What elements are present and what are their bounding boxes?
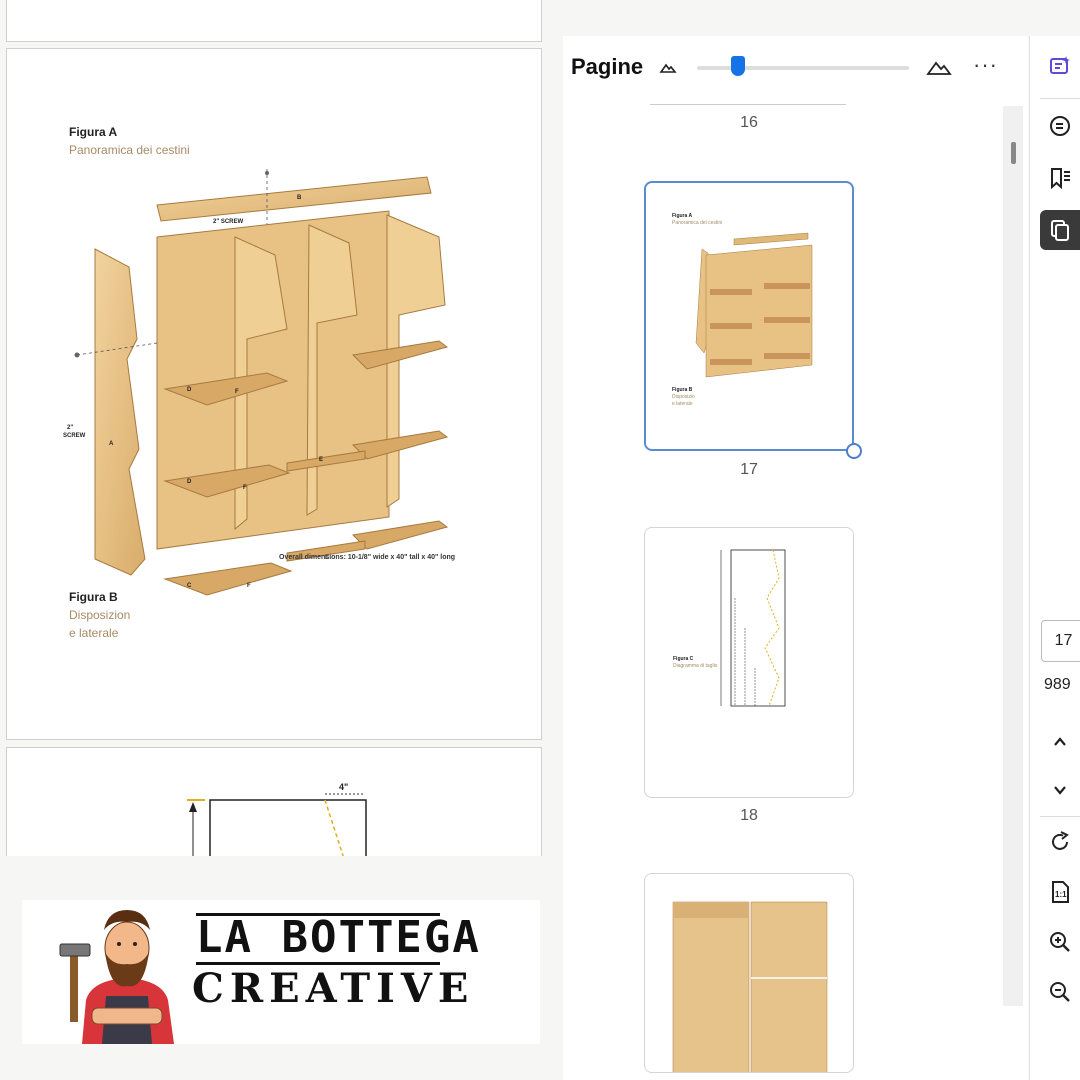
cut-diagram: 4" bbox=[187, 782, 367, 866]
svg-text:Figura C: Figura C bbox=[673, 656, 694, 662]
actual-size-icon: 1:1 bbox=[1052, 881, 1069, 903]
thumbnail-page-number: 18 bbox=[740, 807, 758, 824]
chevron-up-icon bbox=[1054, 737, 1066, 746]
pages-icon bbox=[1051, 220, 1069, 241]
page-18: 4" bbox=[6, 747, 542, 867]
thumbnail-17-preview: Figura A Panoramica dei cestini Figura B… bbox=[672, 213, 813, 407]
svg-text:Disposizio: Disposizio bbox=[672, 394, 695, 400]
ai-assistant-button[interactable] bbox=[1040, 46, 1080, 86]
panel-title: Pagine bbox=[571, 54, 644, 79]
more-options-icon[interactable]: ··· bbox=[973, 52, 998, 78]
bin-illustration: 2" SCREW 2" SCREW B A D F D F E E C F bbox=[63, 169, 449, 596]
comment-icon bbox=[1050, 116, 1070, 136]
next-page-button[interactable] bbox=[1040, 770, 1080, 810]
logo-text-line2: CREATIVE bbox=[192, 965, 475, 1012]
thumbnail-19-preview bbox=[672, 901, 828, 1072]
figure-a-subtitle: Panoramica dei cestini bbox=[69, 143, 190, 157]
page-16-bottom bbox=[6, 0, 542, 42]
svg-text:Diagramma di taglio: Diagramma di taglio bbox=[673, 663, 718, 669]
svg-text:D: D bbox=[187, 479, 192, 485]
thumbnail-page-19[interactable] bbox=[644, 873, 854, 1073]
svg-text:Figura A: Figura A bbox=[672, 213, 692, 219]
svg-text:F: F bbox=[235, 389, 239, 395]
zoom-out-icon bbox=[1050, 982, 1070, 1002]
overall-dimensions: Overall dimensions: 10-1/8" wide x 40" t… bbox=[279, 554, 456, 561]
figure-a-title: Figura A bbox=[69, 125, 118, 139]
figure-b-title: Figura B bbox=[69, 590, 118, 604]
thumbnail-page-number: 16 bbox=[740, 114, 758, 131]
thumbnail-zoom-slider-handle[interactable] bbox=[731, 56, 745, 76]
svg-text:A: A bbox=[109, 441, 114, 447]
svg-text:D: D bbox=[187, 387, 192, 393]
panel-scrollbar[interactable] bbox=[1003, 106, 1023, 1006]
thumbnail-page-18[interactable]: Figura C Diagramma di taglio bbox=[644, 527, 854, 798]
rotate-icon bbox=[1052, 831, 1069, 850]
zoom-in-button[interactable] bbox=[1040, 922, 1080, 962]
rotate-button[interactable] bbox=[1040, 822, 1080, 862]
thumbnail-zoom-in-icon[interactable] bbox=[926, 58, 952, 81]
selection-resize-handle[interactable] bbox=[846, 443, 862, 459]
bookmark-list-icon bbox=[1051, 168, 1070, 190]
logo-text-line1: LA BOTTEGA bbox=[196, 912, 481, 963]
label-screw-top: 2" SCREW bbox=[213, 219, 244, 225]
svg-text:e laterale: e laterale bbox=[672, 401, 693, 407]
pages-panel: Pagine ··· 16 Figura A Panoramica dei ce… bbox=[563, 36, 1028, 1080]
previous-page-button[interactable] bbox=[1040, 722, 1080, 762]
svg-text:F: F bbox=[247, 583, 251, 589]
actual-size-button[interactable]: 1:1 bbox=[1040, 872, 1080, 912]
thumbnail-zoom-out-icon[interactable] bbox=[659, 60, 677, 79]
pdf-viewer: Figura A Panoramica dei cestini 2" SCREW… bbox=[0, 0, 1080, 1080]
thumbnail-18-preview: Figura C Diagramma di taglio bbox=[673, 549, 786, 707]
svg-text:4": 4" bbox=[339, 782, 348, 792]
svg-text:F: F bbox=[243, 485, 247, 491]
page-number-input[interactable]: 17 bbox=[1041, 620, 1080, 662]
label-screw-side: 2" bbox=[67, 425, 73, 431]
svg-text:Panoramica dei cestini: Panoramica dei cestini bbox=[672, 220, 722, 226]
page-thumbnails-button[interactable] bbox=[1040, 210, 1080, 250]
svg-text:E: E bbox=[319, 457, 323, 463]
svg-text:1:1: 1:1 bbox=[1055, 890, 1067, 899]
zoom-out-button[interactable] bbox=[1040, 972, 1080, 1012]
svg-text:C: C bbox=[187, 583, 192, 589]
thumbnail-page-17[interactable]: Figura A Panoramica dei cestini Figura B… bbox=[644, 181, 854, 451]
svg-text:B: B bbox=[297, 195, 302, 201]
comments-button[interactable] bbox=[1040, 106, 1080, 146]
svg-text:Figura B: Figura B bbox=[672, 387, 693, 393]
craftsman-mascot bbox=[59, 910, 174, 1044]
zoom-in-icon bbox=[1050, 932, 1070, 952]
label-screw-side-word: SCREW bbox=[63, 433, 86, 439]
total-pages: 989 bbox=[1044, 676, 1071, 693]
bookmarks-button[interactable] bbox=[1040, 158, 1080, 198]
chevron-down-icon bbox=[1054, 786, 1066, 795]
thumbnail-page-number: 17 bbox=[740, 461, 758, 478]
ai-edit-icon bbox=[1050, 56, 1070, 74]
figure-b-subtitle: Disposizion e laterale bbox=[69, 608, 131, 640]
page-17: Figura A Panoramica dei cestini 2" SCREW… bbox=[6, 48, 542, 740]
thumbnail-16-bottom[interactable] bbox=[650, 104, 846, 105]
rail-divider bbox=[1040, 816, 1080, 817]
panel-scrollbar-thumb[interactable] bbox=[1011, 142, 1016, 164]
rail-divider bbox=[1040, 98, 1080, 99]
right-toolbar: 17 989 1:1 bbox=[1029, 36, 1080, 1080]
thumbnail-zoom-slider[interactable] bbox=[697, 66, 909, 70]
